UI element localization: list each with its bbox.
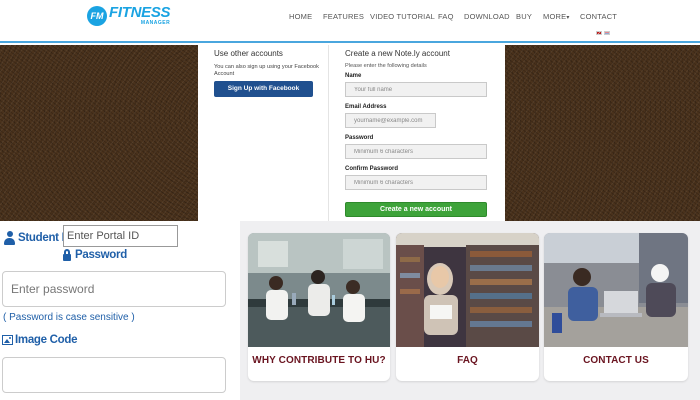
main-nav: HOME FEATURES VIDEO TUTORIAL FAQ DOWNLOA… [0, 12, 700, 24]
name-label: Name [345, 73, 362, 79]
name-field[interactable] [345, 82, 487, 97]
image-icon [2, 335, 13, 345]
password-label: Password [345, 135, 374, 141]
portal-password-text: Password [75, 249, 127, 261]
uk-flag-icon[interactable] [596, 31, 602, 35]
portal-password-label: Password [63, 249, 127, 261]
language-flags [596, 31, 610, 35]
card-contact-us[interactable]: CONTACT US [544, 233, 688, 381]
password-field[interactable] [345, 144, 487, 159]
nav-features[interactable]: FEATURES [323, 12, 364, 21]
nav-contact[interactable]: CONTACT [580, 12, 617, 21]
nl-flag-icon[interactable] [604, 31, 610, 35]
card-faq[interactable]: FAQ [396, 233, 539, 381]
info-cards: WHY CONTRIBUTE TO HU? FAQ CONTACT US [240, 221, 700, 400]
nav-more[interactable]: MORE▾ [543, 12, 570, 21]
card-contact-us-title: CONTACT US [583, 355, 649, 366]
image-code-text: Image Code [15, 334, 78, 346]
chevron-down-icon: ▾ [566, 15, 570, 21]
image-code-input[interactable] [2, 357, 226, 393]
nav-video-tutorial[interactable]: VIDEO TUTORIAL [370, 12, 435, 21]
nav-home[interactable]: HOME [289, 12, 312, 21]
confirm-password-field[interactable] [345, 175, 487, 190]
signup-divider [328, 45, 329, 221]
new-account-heading: Create a new Note.ly account [345, 49, 450, 58]
card-why-contribute-title: WHY CONTRIBUTE TO HU? [252, 355, 386, 366]
person-icon [4, 231, 15, 245]
other-accounts-heading: Use other accounts [214, 49, 283, 58]
confirm-password-label: Confirm Password [345, 166, 399, 172]
screenshot-root: FM FITNESS MANAGER HOME FEATURES VIDEO T… [0, 0, 700, 400]
students-laptop-photo [544, 233, 688, 347]
password-case-note: ( Password is case sensitive ) [3, 312, 135, 323]
top-navbar: FM FITNESS MANAGER HOME FEATURES VIDEO T… [0, 0, 700, 43]
email-label: Email Address [345, 104, 387, 110]
nav-download[interactable]: DOWNLOAD [464, 12, 510, 21]
email-field[interactable] [345, 113, 436, 128]
portal-password-input[interactable] [2, 271, 226, 307]
portal-id-input[interactable] [63, 225, 178, 247]
card-faq-title: FAQ [457, 355, 478, 366]
lock-icon [63, 249, 71, 261]
other-accounts-note: You can also sign up using your Facebook… [214, 64, 319, 77]
lab-students-photo [248, 233, 390, 347]
card-why-contribute[interactable]: WHY CONTRIBUTE TO HU? [248, 233, 390, 381]
create-account-button[interactable]: Create a new account [345, 202, 487, 217]
image-code-label: Image Code [2, 334, 77, 346]
nav-faq[interactable]: FAQ [438, 12, 454, 21]
signup-panel: Use other accounts You can also sign up … [198, 45, 505, 221]
nav-more-label: MORE [543, 12, 567, 21]
facebook-signup-button[interactable]: Sign Up with Facebook [214, 81, 313, 97]
nav-buy[interactable]: BUY [516, 12, 532, 21]
portal-login-form: Student ID Password ( Password is case s… [0, 221, 240, 400]
new-account-note: Please enter the following details [345, 63, 427, 69]
library-student-photo [396, 233, 539, 347]
